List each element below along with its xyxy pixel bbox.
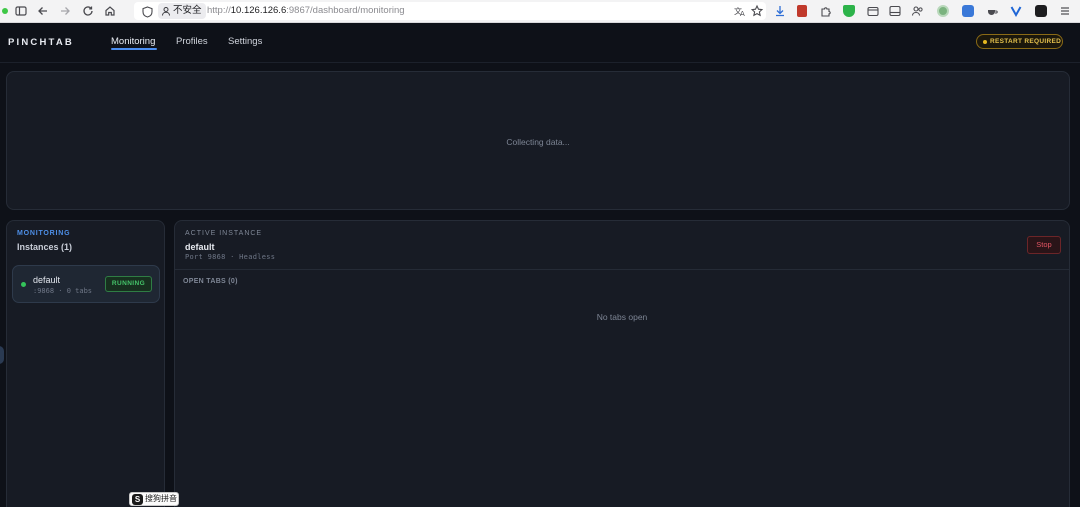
- nav-settings[interactable]: Settings: [228, 36, 262, 47]
- screen-icon[interactable]: [888, 4, 902, 18]
- nav-monitoring[interactable]: Monitoring: [111, 36, 155, 47]
- forward-icon[interactable]: [58, 4, 72, 18]
- sidebar-toggle-icon[interactable]: [14, 4, 28, 18]
- stop-button[interactable]: Stop: [1027, 236, 1061, 254]
- collecting-data-text: Collecting data...: [506, 137, 570, 147]
- instance-meta: :9868 · 0 tabs: [33, 287, 93, 295]
- status-dot-icon: [2, 8, 8, 14]
- svg-text:A: A: [740, 10, 745, 18]
- circle-extension-icon[interactable]: [937, 5, 949, 17]
- cup-icon[interactable]: [985, 4, 999, 18]
- extension-icon[interactable]: [797, 5, 807, 17]
- running-status-dot-icon: [21, 282, 26, 287]
- url-host: 10.126.126.6: [230, 5, 287, 16]
- vpn-v-icon[interactable]: [1009, 4, 1023, 18]
- instances-sidebar: MONITORING Instances (1) default :9868 ·…: [6, 220, 165, 507]
- url-path: :9867/dashboard/monitoring: [286, 5, 405, 16]
- url-text[interactable]: http://10.126.126.6:9867/dashboard/monit…: [207, 4, 405, 18]
- sidebar-section-label: MONITORING: [17, 230, 71, 237]
- divider: [175, 269, 1069, 270]
- open-tabs-label: OPEN TABS (0): [183, 278, 238, 285]
- reload-icon[interactable]: [81, 4, 95, 18]
- metrics-chart-panel: Collecting data...: [6, 71, 1070, 210]
- nav-active-indicator: [111, 48, 157, 50]
- running-status-badge: RUNNING: [105, 276, 152, 292]
- ime-label: 搜狗拼音: [145, 494, 177, 503]
- sogou-logo-icon: S: [132, 494, 143, 505]
- menu-icon[interactable]: [1058, 4, 1072, 18]
- restart-required-badge[interactable]: RESTART REQUIRED: [976, 34, 1063, 49]
- instance-card-default[interactable]: default :9868 · 0 tabs RUNNING: [12, 265, 160, 303]
- warning-dot-icon: [983, 40, 987, 44]
- security-label: 不安全: [173, 5, 202, 16]
- brand-logo: PINCHTAB: [8, 37, 74, 48]
- instances-count-title: Instances (1): [17, 242, 73, 252]
- ime-indicator[interactable]: S 搜狗拼音: [129, 492, 179, 506]
- lock-warning-icon: [162, 7, 170, 16]
- home-icon[interactable]: [103, 4, 117, 18]
- adblock-shield-icon[interactable]: [843, 5, 855, 17]
- restart-required-label: RESTART REQUIRED: [990, 38, 1062, 45]
- terminal-extension-icon[interactable]: [1035, 5, 1047, 17]
- wallet-icon[interactable]: [866, 4, 880, 18]
- back-icon[interactable]: [36, 4, 50, 18]
- url-scheme: http://: [207, 5, 231, 16]
- download-icon[interactable]: [773, 4, 787, 18]
- translate-icon[interactable]: 文A: [733, 4, 747, 18]
- active-instance-meta: Port 9868 · Headless: [185, 253, 276, 261]
- bookmark-star-icon[interactable]: [750, 4, 764, 18]
- badge-extension-icon[interactable]: [962, 5, 974, 17]
- users-icon[interactable]: [911, 4, 925, 18]
- puzzle-icon[interactable]: [819, 4, 833, 18]
- security-indicator[interactable]: 不安全: [158, 3, 206, 19]
- no-tabs-message: No tabs open: [596, 312, 648, 322]
- edge-handle[interactable]: [0, 346, 4, 364]
- shield-icon[interactable]: [142, 5, 153, 18]
- instance-name: default: [33, 275, 61, 285]
- app-header: PINCHTAB Monitoring Profiles Settings RE…: [0, 23, 1080, 63]
- active-instance-name: default: [185, 242, 215, 252]
- active-instance-panel: ACTIVE INSTANCE default Port 9868 · Head…: [174, 220, 1070, 507]
- active-instance-label: ACTIVE INSTANCE: [185, 230, 263, 237]
- browser-toolbar: 不安全 http://10.126.126.6:9867/dashboard/m…: [0, 0, 1080, 23]
- nav-profiles[interactable]: Profiles: [176, 36, 208, 47]
